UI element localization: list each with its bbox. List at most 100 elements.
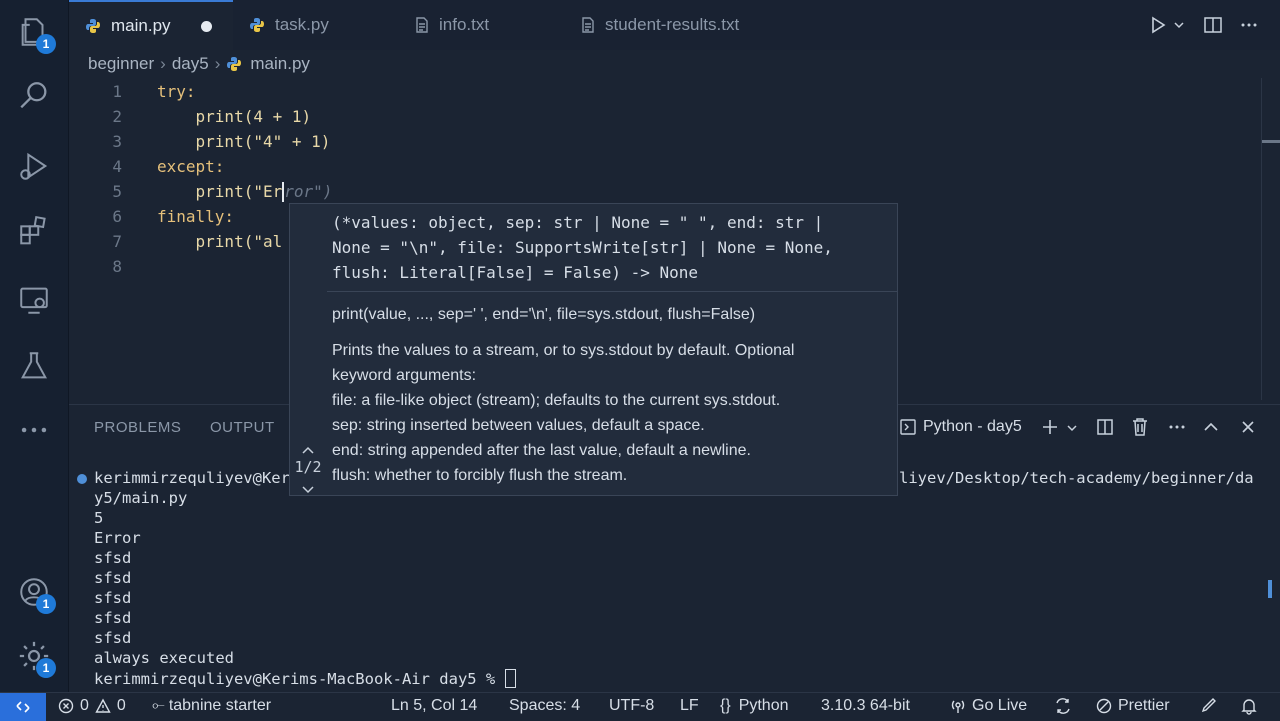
extensions-icon[interactable] [14,212,54,252]
terminal-line: sfsd [94,549,132,567]
terminal-scrollbar[interactable] [1268,580,1272,598]
line-number: 6 [112,207,122,226]
terminal-line: y5/main.py [94,489,188,507]
signature-line: flush: Literal[False] = False) -> None [332,263,699,282]
prettier-check-icon [1096,698,1112,714]
doc-line: Prints the values to a stream, or to sys… [332,342,795,359]
code-line: except: [157,157,225,176]
doc-line: end: string appended after the last valu… [332,442,751,459]
python-file-icon [249,17,265,33]
code-line: print("4" + 1) [157,132,331,151]
terminal-line: kerimmirzequliyev@Kerims-MacBook-Air day… [94,669,505,688]
chevron-down-icon[interactable] [301,482,315,500]
manage-badge: 1 [36,658,56,678]
error-count: 0 [80,697,89,714]
divider [327,291,897,292]
remote-indicator[interactable] [0,693,46,721]
language-mode[interactable]: {} Python [720,697,789,715]
call-signature: print(value, ..., sep=' ', end='\n', fil… [332,306,756,323]
tab-output[interactable]: OUTPUT [210,419,275,436]
chevron-right-icon: › [160,54,166,73]
gear-icon[interactable]: 1 [14,636,56,678]
doc-line: flush: whether to forcibly flush the str… [332,467,628,484]
broadcast-icon [951,700,965,713]
doc-line: keyword arguments: [332,367,477,384]
tab-label: main.py [111,16,171,35]
go-live-label: Go Live [972,697,1028,714]
code-line: finally: [157,207,235,226]
end-of-line[interactable]: LF [680,697,699,715]
terminal-name[interactable]: Python - day5 [923,418,1022,436]
testing-icon[interactable] [14,346,54,386]
breadcrumb-item[interactable]: beginner [88,54,154,74]
run-debug-icon[interactable] [14,146,54,186]
accounts-icon[interactable]: 1 [14,572,56,614]
run-icon[interactable] [1149,16,1167,39]
code-line: try: [157,82,196,101]
terminal-line: sfsd [94,589,132,607]
more-actions-icon[interactable] [1167,418,1187,441]
trash-icon[interactable] [1131,417,1149,442]
signature-line: (*values: object, sep: str | None = " ",… [332,213,824,232]
code-line: print("Er [157,182,283,201]
tab-label: task.py [275,15,329,34]
encoding[interactable]: UTF-8 [609,697,654,715]
explorer-icon[interactable]: 1 [14,12,56,54]
python-interpreter[interactable]: 3.10.3 64-bit [821,697,910,715]
current-line: print("Er ror") [157,182,332,202]
terminal-line: liyev/Desktop/tech-academy/beginner/da [899,469,1254,487]
python-file-icon [85,18,101,34]
problems-indicator[interactable]: 0 0 [58,697,126,715]
minimap-slider[interactable] [1261,78,1280,400]
line-number: 1 [112,82,122,101]
remote-explorer-icon[interactable] [14,280,54,320]
text-file-icon [415,17,429,33]
cursor-position[interactable]: Ln 5, Col 14 [391,697,477,715]
indentation[interactable]: Spaces: 4 [509,697,580,715]
split-terminal-icon[interactable] [1096,418,1114,441]
tab-task-py[interactable]: task.py [233,0,415,50]
tabnine-indicator[interactable]: ⟜ tabnine starter [152,697,271,715]
breadcrumb-item[interactable]: day5 [172,54,209,74]
error-icon [58,698,74,714]
tab-label: student-results.txt [605,15,740,34]
split-editor-icon[interactable] [1203,15,1223,40]
code-line: print(4 + 1) [157,107,312,126]
maximize-panel-icon[interactable] [1203,419,1219,440]
go-live-button[interactable]: Go Live [950,697,1027,715]
explorer-badge: 1 [36,34,56,54]
doc-line: sep: string inserted between values, def… [332,417,705,434]
line-number: 8 [112,257,122,276]
chevron-down-icon[interactable] [1173,18,1185,36]
tab-problems[interactable]: PROBLEMS [94,419,181,436]
feedback-icon[interactable] [1200,697,1218,715]
line-number: 5 [112,182,122,201]
line-number: 2 [112,107,122,126]
terminal-shell-icon [900,419,916,440]
code-line: print("al [157,232,283,251]
prettier-indicator[interactable]: Prettier [1096,697,1170,715]
terminal-line: 5 [94,509,104,527]
sync-icon[interactable] [1054,697,1072,715]
close-icon[interactable] [1240,419,1256,440]
terminal-prompt[interactable]: kerimmirzequliyev@Kerims-MacBook-Air day… [94,669,516,688]
signature: (*values: object, sep: str | None = " ",… [332,210,833,285]
tabnine-label: tabnine starter [168,697,272,714]
search-icon[interactable] [14,76,54,116]
terminal-cursor [504,669,516,688]
tab-student-results[interactable]: student-results.txt [565,0,801,50]
breadcrumb-item[interactable]: main.py [250,54,310,74]
unsaved-dot-icon[interactable] [200,20,212,32]
more-actions-icon[interactable] [1239,15,1259,40]
tab-main-py[interactable]: main.py [69,0,233,50]
chevron-down-icon[interactable] [1066,421,1078,439]
more-icon[interactable] [14,410,54,450]
ghost-suggestion: ror") [284,182,333,201]
chevron-right-icon: › [214,54,221,73]
notifications-bell-icon[interactable] [1240,697,1258,715]
signature-line: None = "\n", file: SupportsWrite[str] | … [332,238,833,257]
tab-info-txt[interactable]: info.txt [399,0,581,50]
add-terminal-icon[interactable] [1041,418,1059,441]
tab-label: info.txt [439,15,490,34]
breadcrumb: beginner › day5 › main.py [88,52,310,76]
